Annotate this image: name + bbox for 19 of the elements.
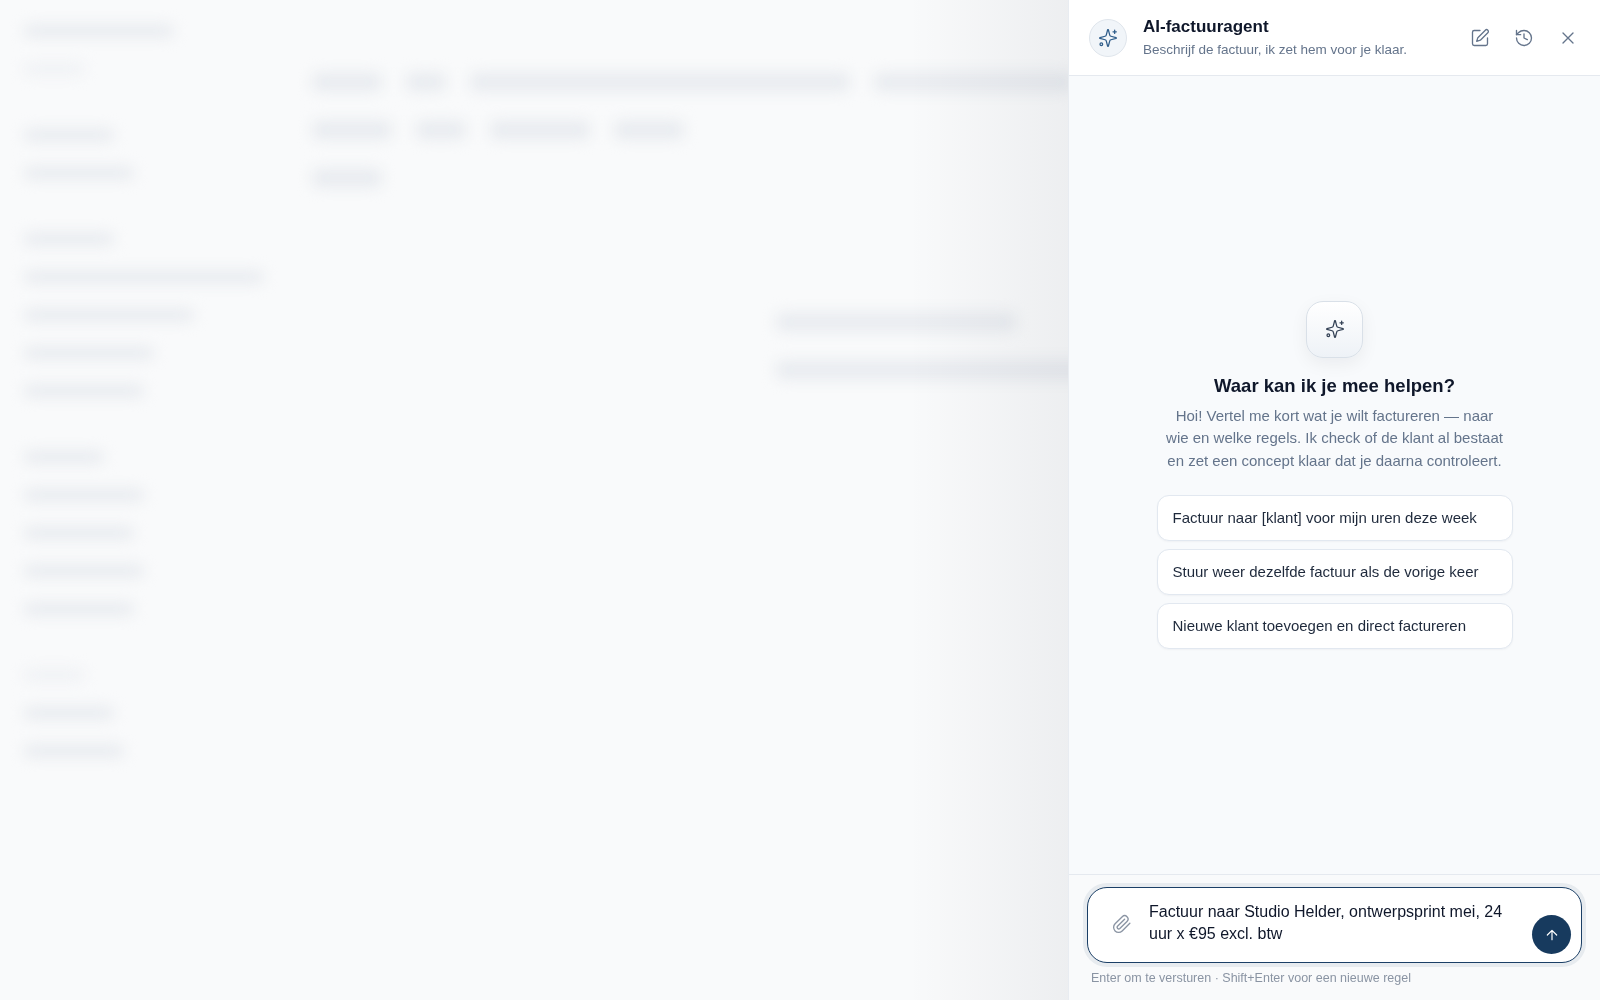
suggestion-button[interactable]: Factuur naar [klant] voor mijn uren deze week bbox=[1156, 495, 1513, 542]
message-input[interactable]: Factuur naar Studio Helder, ontwerpsprint mei, 24 uur x €95 excl. btw bbox=[1149, 901, 1521, 949]
send-button[interactable] bbox=[1532, 915, 1571, 954]
panel-title: AI-factuuragent bbox=[1143, 16, 1270, 37]
message-composer[interactable]: Factuur naar Studio Helder, ontwerpsprint mei, 24 uur x €95 excl. btw bbox=[1087, 887, 1582, 963]
empty-state-text: Hoi! Vertel me kort wat je wilt factureren — naar wie en welke regels. Ik check of de klant al bestaat en zet een concept klaar dat je daarna controleert. bbox=[1165, 405, 1504, 471]
empty-state-heading: Waar kan ik je mee helpen? bbox=[1214, 373, 1455, 398]
history-button[interactable] bbox=[1514, 27, 1534, 48]
paperclip-icon bbox=[1112, 914, 1132, 934]
suggestion-button[interactable]: Stuur weer dezelfde factuur als de vorige keer bbox=[1156, 549, 1513, 596]
new-chat-button[interactable] bbox=[1470, 27, 1490, 48]
sparkle-icon bbox=[1089, 18, 1127, 57]
suggestion-button[interactable]: Nieuwe klant toevoegen en direct factureren bbox=[1156, 603, 1513, 650]
composer-hint: Enter om te versturen · Shift+Enter voor een nieuwe regel bbox=[1091, 970, 1412, 986]
attach-button[interactable] bbox=[1112, 914, 1132, 934]
edit-icon bbox=[1470, 27, 1490, 48]
panel-subtitle: Beschrijf de factuur, ik zet hem voor je klaar. bbox=[1143, 40, 1409, 59]
sparkle-icon bbox=[1306, 300, 1363, 358]
history-icon bbox=[1514, 27, 1534, 48]
